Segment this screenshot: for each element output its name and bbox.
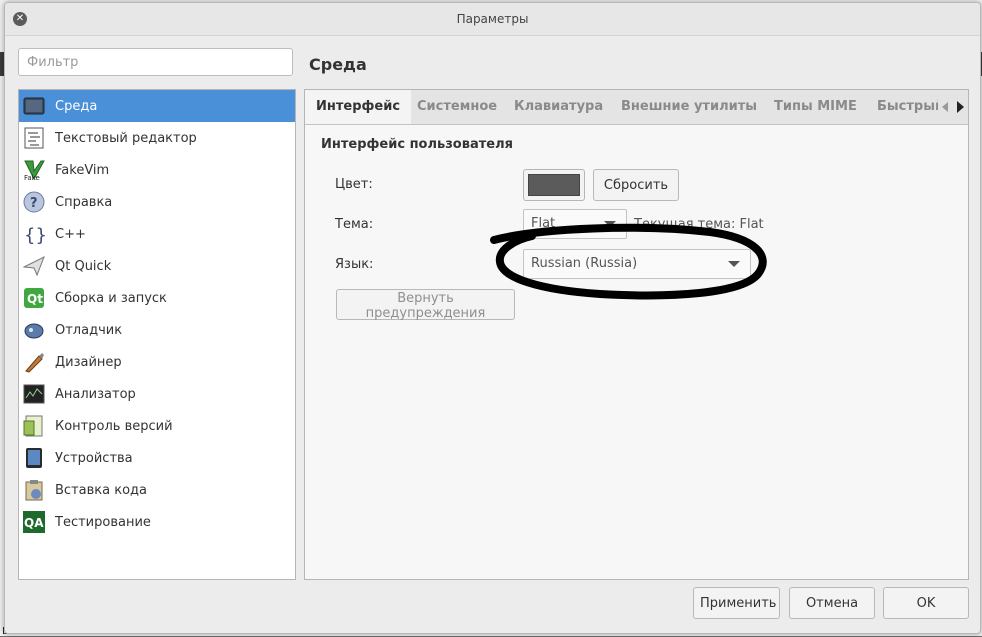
device-icon <box>23 447 45 469</box>
help-icon: ? <box>23 191 45 213</box>
nav-item-text-editor[interactable]: Текстовый редактор <box>19 122 295 154</box>
nav-item-code-paste[interactable]: Вставка кода <box>19 474 295 506</box>
theme-select-value: Flat <box>531 216 556 231</box>
page-title: Среда <box>309 55 367 74</box>
tab-mime-types[interactable]: Типы MIME <box>774 90 857 124</box>
fakevim-icon: Fake <box>23 159 45 181</box>
nav-item-build-run[interactable]: Qt Сборка и запуск <box>19 282 295 314</box>
designer-brush-icon <box>23 351 45 373</box>
svg-text:Qt: Qt <box>27 292 43 306</box>
restore-warnings-button[interactable]: Вернуть предупреждения <box>336 289 515 321</box>
nav-item-label: Сборка и запуск <box>55 290 167 306</box>
text-editor-icon <box>23 127 45 149</box>
nav-item-label: Устройства <box>55 450 133 466</box>
tab-external-tools[interactable]: Внешние утилиты <box>621 90 757 124</box>
svg-text:?: ? <box>30 196 38 211</box>
reset-color-button[interactable]: Сбросить <box>593 169 679 201</box>
svg-text:{}: {} <box>24 225 45 245</box>
build-run-icon: Qt <box>23 287 45 309</box>
nav-item-designer[interactable]: Дизайнер <box>19 346 295 378</box>
qa-icon: QA <box>23 511 45 533</box>
scroll-right-icon[interactable] <box>956 101 964 113</box>
tab-panel: Интерфейс Системное Клавиатура Внешние у… <box>304 89 969 580</box>
chevron-down-icon <box>728 261 740 267</box>
interface-content: Интерфейс пользователя Цвет: Сбросить Те… <box>305 125 968 579</box>
scroll-left-icon[interactable] <box>942 102 949 112</box>
nav-item-label: Вставка кода <box>55 482 147 498</box>
color-label: Цвет: <box>335 177 373 192</box>
tab-scroll-arrows <box>938 90 968 124</box>
version-control-icon <box>23 415 45 437</box>
nav-item-qt-quick[interactable]: Qt Quick <box>19 250 295 282</box>
theme-select[interactable]: Flat <box>523 209 627 239</box>
nav-item-label: C++ <box>55 226 86 242</box>
nav-item-label: Отладчик <box>55 322 123 338</box>
nav-item-label: Справка <box>55 194 113 210</box>
titlebar: ✕ Параметры <box>5 3 980 36</box>
nav-item-devices[interactable]: Устройства <box>19 442 295 474</box>
svg-text:QA: QA <box>24 516 44 530</box>
theme-label: Тема: <box>335 217 374 232</box>
group-title: Интерфейс пользователя <box>321 137 513 152</box>
category-list: Среда Текстовый редактор Fake FakeVim ? … <box>18 89 296 580</box>
nav-item-help[interactable]: ? Справка <box>19 186 295 218</box>
color-swatch-fill <box>528 174 580 196</box>
tab-quick[interactable]: Быстрый <box>877 90 944 124</box>
settings-dialog: ✕ Параметры Среда Текстовый редактор Fak… <box>4 2 981 634</box>
monitor-icon <box>23 95 45 117</box>
svg-text:Fake: Fake <box>24 174 40 181</box>
language-select-value: Russian (Russia) <box>531 256 638 271</box>
filter-input[interactable] <box>18 48 293 76</box>
nav-item-label: Qt Quick <box>55 258 112 274</box>
tab-bar: Интерфейс Системное Клавиатура Внешние у… <box>305 90 968 125</box>
nav-item-label: Среда <box>55 98 98 114</box>
language-select[interactable]: Russian (Russia) <box>523 249 751 279</box>
nav-item-environment[interactable]: Среда <box>19 90 295 122</box>
nav-item-analyzer[interactable]: Анализатор <box>19 378 295 410</box>
cpp-braces-icon: {} <box>23 223 45 245</box>
nav-item-testing[interactable]: QA Тестирование <box>19 506 295 538</box>
apply-button[interactable]: Применить <box>693 587 780 619</box>
chevron-down-icon <box>604 221 616 227</box>
paper-plane-icon <box>23 255 45 277</box>
nav-item-label: Анализатор <box>55 386 136 402</box>
cancel-button[interactable]: Отмена <box>789 587 875 619</box>
debugger-bug-icon <box>23 319 45 341</box>
nav-item-label: Тестирование <box>55 514 151 530</box>
language-label: Язык: <box>335 257 374 272</box>
current-theme-text: Текущая тема: Flat <box>634 217 764 232</box>
analyzer-icon <box>23 383 45 405</box>
tab-keyboard[interactable]: Клавиатура <box>514 90 603 124</box>
window-title: Параметры <box>456 12 529 26</box>
nav-item-label: Контроль версий <box>55 418 173 434</box>
nav-item-label: FakeVim <box>55 162 110 178</box>
color-picker-button[interactable] <box>523 169 585 201</box>
tab-system[interactable]: Системное <box>417 90 497 124</box>
tab-interface[interactable]: Интерфейс <box>305 90 412 124</box>
nav-item-version-control[interactable]: Контроль версий <box>19 410 295 442</box>
nav-item-fakevim[interactable]: Fake FakeVim <box>19 154 295 186</box>
nav-item-debugger[interactable]: Отладчик <box>19 314 295 346</box>
ok-button[interactable]: OK <box>883 587 969 619</box>
nav-item-cpp[interactable]: {} C++ <box>19 218 295 250</box>
code-paste-icon <box>23 479 45 501</box>
nav-item-label: Текстовый редактор <box>55 130 197 146</box>
nav-item-label: Дизайнер <box>55 354 122 370</box>
